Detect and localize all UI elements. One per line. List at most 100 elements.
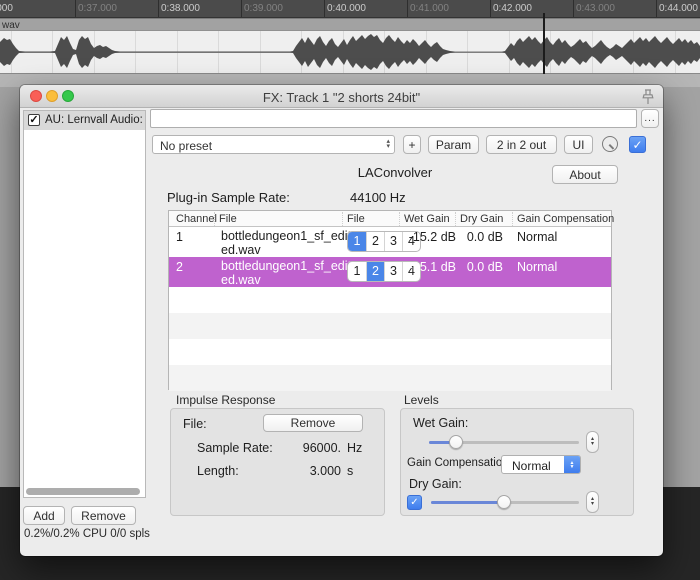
header-divider <box>342 212 343 226</box>
waveform-area[interactable] <box>0 31 700 74</box>
header-divider <box>214 212 215 226</box>
segment-1[interactable]: 1 <box>348 232 366 251</box>
levels-box: Wet Gain: ▴▾ Gain Compensation: Normal ▲… <box>400 408 634 516</box>
col-header-dry-gain: Dry Gain <box>460 213 503 225</box>
window-titlebar[interactable]: FX: Track 1 "2 shorts 24bit" <box>20 85 663 108</box>
fx-enable-checkbox[interactable]: ✓ <box>28 114 40 126</box>
ruler-label: 0:41.000 <box>410 3 449 14</box>
add-fx-button[interactable]: Add <box>23 506 65 525</box>
header-divider <box>455 212 456 226</box>
ruler-label: 0:37.000 <box>78 3 117 14</box>
chain-list-hscrollbar[interactable] <box>26 488 140 495</box>
ruler-tick <box>241 0 242 18</box>
segment-3[interactable]: 3 <box>384 262 402 281</box>
ruler-label: 0:40.000 <box>327 3 366 14</box>
segment-1[interactable]: 1 <box>348 262 366 281</box>
ruler-tick <box>656 0 657 18</box>
ir-length-unit: s <box>347 464 353 478</box>
more-button[interactable]: ... <box>641 109 659 128</box>
ir-length-value: 3.000 <box>271 464 341 478</box>
col-header-file: File <box>219 213 237 225</box>
timeline-ruler[interactable]: 0:36.0000:37.0000:38.0000:39.0000:40.000… <box>0 0 700 18</box>
file-label: File: <box>183 417 207 431</box>
channel-table: Channel File File Wet Gain Dry Gain Gain… <box>168 210 612 390</box>
row-gain-compensation: Normal <box>517 230 557 244</box>
ruler-label: 0:39.000 <box>244 3 283 14</box>
ruler-label: 0:43.000 <box>576 3 615 14</box>
ir-sample-rate-unit: Hz <box>347 441 362 455</box>
ir-sample-rate-label: Sample Rate: <box>197 441 273 455</box>
screen: 0:36.0000:37.0000:38.0000:39.0000:40.000… <box>0 0 700 580</box>
table-row-channel-1[interactable]: 1 bottledungeon1_sf_edited.wav 1 2 3 4 -… <box>169 227 611 257</box>
gain-compensation-label: Gain Compensation: <box>407 457 512 469</box>
segment-2[interactable]: 2 <box>366 232 384 251</box>
dry-gain-slider-thumb[interactable] <box>497 495 511 509</box>
media-item-name: wav <box>2 20 20 31</box>
segment-2[interactable]: 2 <box>366 262 384 281</box>
ruler-label: 0:44.000 <box>659 3 698 14</box>
ui-button[interactable]: UI <box>564 135 593 154</box>
ruler-tick <box>573 0 574 18</box>
wet-dry-knob-icon[interactable] <box>602 136 618 152</box>
ruler-label: 0:42.000 <box>493 3 532 14</box>
wet-gain-stepper[interactable]: ▴▾ <box>586 431 599 453</box>
param-button[interactable]: Param <box>428 135 479 154</box>
media-item-titlebar[interactable]: wav <box>0 18 700 31</box>
row-wet-gain: -15.1 dB <box>404 260 456 274</box>
ruler-tick <box>324 0 325 18</box>
ruler-tick <box>158 0 159 18</box>
chevron-up-down-icon: ▲▼ <box>564 456 580 473</box>
empty-row[interactable] <box>169 313 611 339</box>
row-dry-gain: 0.0 dB <box>459 260 503 274</box>
channel-table-header: Channel File File Wet Gain Dry Gain Gain… <box>169 211 611 227</box>
row-channel: 2 <box>176 260 183 274</box>
col-header-file-select: File <box>347 213 365 225</box>
dry-gain-slider[interactable] <box>431 501 579 504</box>
row-wet-gain: -15.2 dB <box>404 230 456 244</box>
ruler-tick <box>490 0 491 18</box>
header-divider <box>399 212 400 226</box>
segment-3[interactable]: 3 <box>384 232 402 251</box>
plugin-enabled-checkbox[interactable]: ✓ <box>629 136 646 153</box>
header-divider <box>512 212 513 226</box>
fx-comment-input[interactable] <box>150 109 637 128</box>
empty-row[interactable] <box>169 365 611 391</box>
io-routing-button[interactable]: 2 in 2 out <box>486 135 557 154</box>
row-file-name: bottledungeon1_sf_edited.wav <box>221 259 349 287</box>
fx-chain-list[interactable]: ✓ AU: Lernvall Audio: L <box>23 110 146 498</box>
fx-chain-item[interactable]: ✓ AU: Lernvall Audio: L <box>24 111 145 130</box>
row-channel: 1 <box>176 230 183 244</box>
dry-gain-checkbox[interactable]: ✓ <box>407 495 422 510</box>
plugin-sample-rate-value: 44100 Hz <box>350 190 406 205</box>
ruler-label: 0:36.000 <box>0 3 13 14</box>
fx-chain-item-label: AU: Lernvall Audio: L <box>45 114 145 126</box>
dry-gain-slider-fill <box>431 501 504 504</box>
save-preset-button[interactable]: + <box>403 135 421 154</box>
gain-compensation-dropdown[interactable]: Normal ▲▼ <box>501 455 581 474</box>
col-header-channel: Channel <box>176 213 217 225</box>
empty-row[interactable] <box>169 339 611 365</box>
ruler-tick <box>407 0 408 18</box>
wet-gain-slider[interactable] <box>429 441 579 444</box>
impulse-response-title: Impulse Response <box>176 393 275 407</box>
row-gain-compensation: Normal <box>517 260 557 274</box>
empty-row[interactable] <box>169 287 611 313</box>
impulse-response-box: File: Remove Sample Rate: 96000. Hz Leng… <box>170 408 385 516</box>
remove-ir-button[interactable]: Remove <box>263 414 363 432</box>
table-row-channel-2[interactable]: 2 bottledungeon1_sf_edited.wav 1 2 3 4 -… <box>169 257 611 287</box>
dry-gain-stepper[interactable]: ▴▾ <box>586 491 599 513</box>
wet-gain-slider-thumb[interactable] <box>449 435 463 449</box>
dry-gain-label: Dry Gain: <box>409 477 462 491</box>
chevron-up-down-icon: ▴▾ <box>386 139 390 149</box>
wet-gain-label: Wet Gain: <box>413 416 468 430</box>
remove-fx-button[interactable]: Remove <box>71 506 136 525</box>
window-title: FX: Track 1 "2 shorts 24bit" <box>20 90 663 105</box>
row-dry-gain: 0.0 dB <box>459 230 503 244</box>
ir-length-label: Length: <box>197 464 239 478</box>
preset-dropdown[interactable]: No preset ▴▾ <box>152 135 395 154</box>
row-file-name: bottledungeon1_sf_edited.wav <box>221 229 349 257</box>
col-header-wet-gain: Wet Gain <box>404 213 450 225</box>
ir-sample-rate-value: 96000. <box>271 441 341 455</box>
pin-icon[interactable] <box>639 88 657 106</box>
about-button[interactable]: About <box>552 165 618 184</box>
